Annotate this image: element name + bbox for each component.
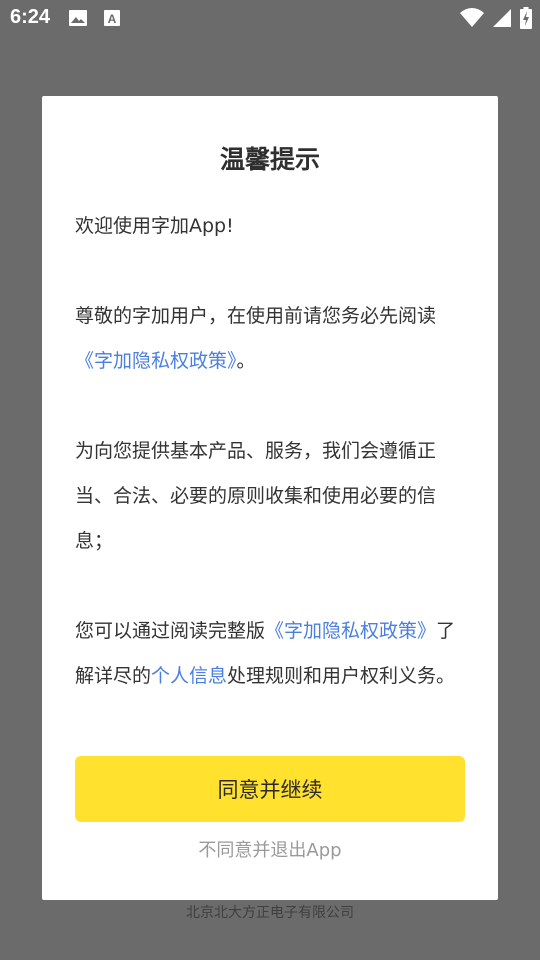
cellular-signal-icon [493,9,511,27]
battery-charging-icon [520,7,532,29]
company-footer: 北京北大方正电子有限公司 [186,905,354,921]
p3-text-3: 处理规则和用户权利义务。 [227,665,456,687]
dialog-title: 温馨提示 [219,145,320,174]
svg-text:A: A [108,12,117,26]
decline-exit-link[interactable]: 不同意并退出App [42,836,498,862]
privacy-dialog: 温馨提示 欢迎使用字加App! 尊敬的字加用户，在使用前请您务必先阅读《字加隐私… [42,96,498,900]
agree-continue-button[interactable]: 同意并继续 [75,756,465,822]
welcome-text: 欢迎使用字加App! [75,215,234,237]
privacy-paragraph-1: 尊敬的字加用户，在使用前请您务必先阅读《字加隐私权政策》。 [75,294,465,384]
wifi-icon [460,8,484,27]
full-privacy-policy-link[interactable]: 《字加隐私权政策》 [265,620,436,642]
status-bar: 6:24 A [0,0,540,36]
dialog-body: 欢迎使用字加App! 尊敬的字加用户，在使用前请您务必先阅读《字加隐私权政策》。… [75,204,465,699]
status-time: 6:24 [10,6,51,28]
personal-info-link[interactable]: 个人信息 [151,665,227,687]
privacy-paragraph-2: 为向您提供基本产品、服务，我们会遵循正当、合法、必要的原则收集和使用必要的信息； [75,440,437,552]
p1-text: 尊敬的字加用户，在使用前请您务必先阅读 [75,305,437,327]
p1-end: 。 [236,350,256,372]
privacy-paragraph-3: 您可以通过阅读完整版《字加隐私权政策》了解详尽的个人信息处理规则和用户权利义务。 [75,609,465,699]
privacy-policy-link[interactable]: 《字加隐私权政策》 [75,350,237,372]
font-a-icon: A [104,10,120,26]
p3-text-1: 您可以通过阅读完整版 [75,620,266,642]
image-icon [69,10,87,26]
